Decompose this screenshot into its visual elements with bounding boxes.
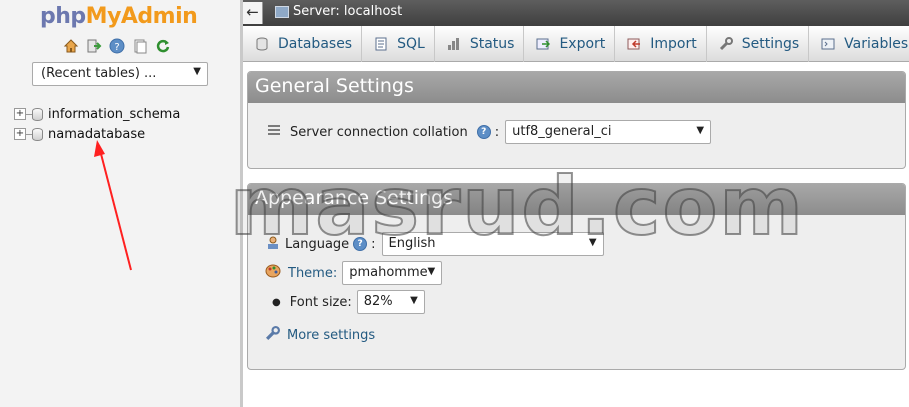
recent-tables-select[interactable]: (Recent tables) ... ▼ [32,62,208,86]
chevron-down-icon: ▼ [410,295,418,306]
database-icon [32,127,43,141]
tab-label: Export [559,36,606,52]
language-label: Language [285,236,350,252]
collation-select[interactable]: utf8_general_ci ▼ [505,120,712,144]
appearance-settings-panel: Appearance Settings Language ? : English… [247,183,906,370]
expand-icon[interactable]: + [14,108,26,120]
help-icon[interactable]: ? [109,38,125,54]
tab-variables[interactable]: Variables [809,26,909,62]
language-select[interactable]: English ▼ [381,232,604,256]
tab-label: Status [469,36,515,52]
wrench-icon [719,37,733,51]
tab-status[interactable]: Status [435,26,525,62]
wrench-icon [265,326,280,345]
tab-label: Databases [278,36,353,52]
help-icon[interactable]: ? [476,125,491,139]
collation-label: Server connection collation [290,124,468,140]
tab-databases[interactable]: Databases [243,26,363,62]
theme-value: pmahomme [349,265,428,280]
navigation-panel: phpMyAdmin ? (Recent tables) ... ▼ + inf… [0,0,240,407]
export-icon [536,37,551,51]
general-settings-title: General Settings [248,72,905,103]
help-icon[interactable]: ? [353,237,368,251]
language-icon [265,235,280,254]
documentation-icon[interactable] [132,38,148,54]
more-settings-link[interactable]: More settings [287,328,375,343]
logo-text-myadmin: MyAdmin [85,4,198,29]
database-name[interactable]: information_schema [48,107,180,122]
status-icon [447,37,461,51]
more-settings-row: More settings [265,326,375,345]
server-icon [275,6,289,18]
server-breadcrumb[interactable]: Server: localhost [293,4,402,19]
logout-icon[interactable] [86,38,102,54]
database-icon [32,107,43,121]
annotation-arrow [94,140,132,271]
tab-import[interactable]: Import [615,26,707,62]
collation-row: Server connection collation ? : utf8_gen… [268,120,712,144]
theme-icon [265,264,281,282]
quick-icons: ? [63,38,171,54]
variables-icon [821,37,835,51]
logo-text-php: php [40,4,86,29]
language-row: Language ? : English ▼ [265,232,604,256]
fontsize-value: 82% [363,294,393,309]
bullet-icon: ● [272,296,281,308]
home-icon[interactable] [63,38,79,54]
language-colon: : [371,236,376,252]
phpmyadmin-logo[interactable]: phpMyAdmin [40,4,198,29]
database-icon [255,37,269,51]
server-breadcrumb-bar: ← Server: localhost [243,0,909,26]
general-settings-panel: General Settings Server connection colla… [247,71,906,169]
theme-select[interactable]: pmahomme ▼ [342,261,443,285]
appearance-settings-title: Appearance Settings [248,184,905,215]
language-value: English [388,236,436,251]
reload-icon[interactable] [155,38,171,54]
fontsize-label: Font size: [289,294,352,310]
theme-row: Theme: pmahomme ▼ [265,261,443,285]
sql-icon [374,37,388,51]
theme-label[interactable]: Theme: [288,266,337,281]
import-icon [627,37,641,51]
fontsize-row: ● Font size: 82% ▼ [272,290,425,314]
tab-label: Import [650,36,697,52]
chevron-down-icon: ▼ [696,125,705,136]
expand-icon[interactable]: + [14,128,26,140]
tab-sql[interactable]: SQL [362,26,435,62]
svg-text:?: ? [114,42,119,53]
fontsize-select[interactable]: 82% ▼ [356,290,425,314]
tab-settings[interactable]: Settings [707,26,810,62]
chevron-down-icon: ▼ [588,237,597,248]
recent-tables-value: (Recent tables) ... [41,66,157,81]
chevron-down-icon: ▼ [193,66,201,77]
tab-export[interactable]: Export [524,26,616,62]
list-icon [268,124,280,140]
server-tabs: Databases SQL Status Export Import Setti… [243,26,909,62]
tab-label: Settings [741,36,800,52]
collapse-nav-button[interactable]: ← [243,2,263,24]
chevron-down-icon: ▼ [427,266,436,277]
collation-colon: : [494,124,500,140]
tab-label: SQL [397,36,425,52]
tab-label: Variables [844,36,909,52]
collation-value: utf8_general_ci [512,124,612,139]
tree-item-information-schema[interactable]: + information_schema [14,104,180,124]
